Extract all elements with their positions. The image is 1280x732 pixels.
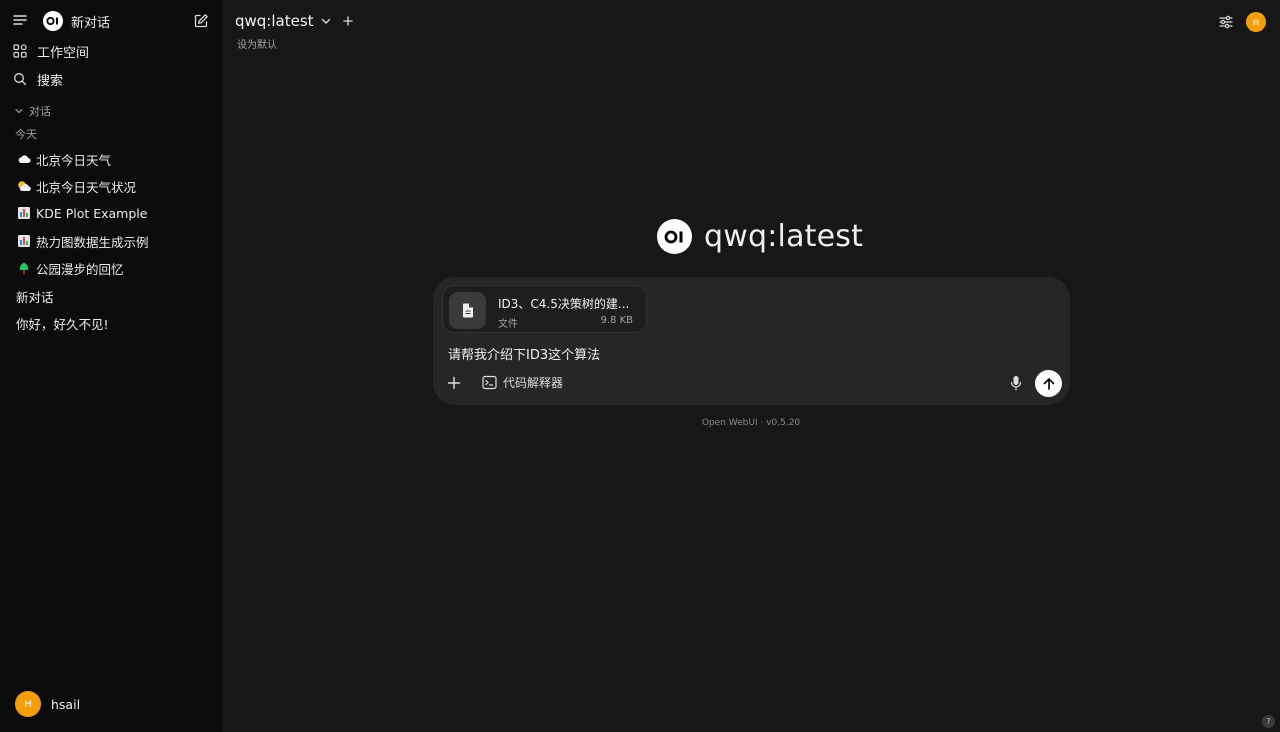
chat-title: 你好，好久不见!: [16, 316, 109, 332]
chat-title: KDE Plot Example: [36, 205, 148, 221]
sidebar: 新对话 工作空间 搜索 对话 今天 北京今日天气 北京今日天气状况 KDE Pl…: [0, 0, 222, 732]
workspace-icon: [12, 43, 28, 59]
plus-icon[interactable]: [446, 375, 462, 391]
chat-title: 北京今日天气状况: [36, 179, 137, 195]
bar-chart-icon: [17, 206, 31, 220]
add-model-icon[interactable]: [342, 15, 354, 27]
set-default-link[interactable]: 设为默认: [237, 36, 277, 51]
new-chat-link[interactable]: 新对话: [71, 12, 110, 31]
message-composer: ID3、C4.5决策树的建... 文件 9.8 KB 请帮我介绍下ID3这个算法…: [433, 277, 1070, 405]
code-interpreter-button[interactable]: 代码解释器: [481, 374, 563, 391]
compose-icon[interactable]: [192, 12, 210, 30]
chat-item[interactable]: 公园漫步的回忆: [17, 258, 124, 278]
file-size: 9.8 KB: [600, 315, 634, 326]
file-name: ID3、C4.5决策树的建...: [498, 297, 630, 311]
avatar: H: [15, 691, 41, 717]
workspace-link[interactable]: 工作空间: [12, 41, 89, 61]
attached-file-card[interactable]: ID3、C4.5决策树的建... 文件 9.8 KB: [442, 285, 647, 333]
model-selector[interactable]: qwq:latest: [235, 12, 354, 30]
tree-icon: [17, 261, 31, 275]
model-name: qwq:latest: [235, 12, 314, 30]
arrow-up-icon: [1043, 377, 1054, 390]
terminal-icon: [481, 375, 497, 391]
search-icon: [12, 71, 28, 87]
file-type: 文件: [498, 319, 518, 330]
menu-icon[interactable]: [10, 10, 30, 30]
chat-item[interactable]: 热力图数据生成示例: [17, 231, 149, 251]
document-icon: [449, 292, 486, 329]
chevron-down-icon: [14, 106, 24, 116]
search-link[interactable]: 搜索: [12, 69, 63, 89]
chat-title: 热力图数据生成示例: [36, 234, 149, 250]
chat-title: 新对话: [16, 289, 54, 305]
main-panel: qwq:latest 设为默认 H qwq:latest ID3、C4.5决策树…: [222, 0, 1280, 732]
bar-chart-icon: [17, 234, 31, 248]
sun-behind-cloud-icon: [17, 179, 31, 193]
help-button[interactable]: ?: [1262, 715, 1275, 728]
code-interpreter-label: 代码解释器: [503, 376, 564, 390]
openwebui-logo-icon: [657, 219, 692, 254]
cloud-icon: [17, 152, 31, 166]
user-avatar[interactable]: H: [1246, 12, 1266, 32]
chat-item[interactable]: 你好，好久不见!: [16, 313, 109, 333]
send-button[interactable]: [1035, 370, 1062, 397]
chat-title: 北京今日天气: [36, 152, 112, 168]
openwebui-logo-icon[interactable]: [43, 11, 63, 31]
chat-title: 公园漫步的回忆: [36, 261, 124, 277]
microphone-icon[interactable]: [1008, 375, 1024, 391]
search-label: 搜索: [37, 73, 64, 89]
chat-item[interactable]: 北京今日天气状况: [17, 176, 136, 196]
user-menu[interactable]: H hsail: [15, 691, 80, 717]
chats-section-label: 对话: [29, 105, 51, 118]
hero: qwq:latest: [657, 219, 863, 254]
version-footer: Open WebUI · v0.5.20: [701, 418, 801, 428]
chevron-down-icon[interactable]: [320, 15, 332, 27]
today-label: 今天: [15, 128, 37, 141]
hero-model-title: qwq:latest: [704, 219, 864, 254]
prompt-input[interactable]: 请帮我介绍下ID3这个算法: [448, 344, 600, 363]
chats-section-toggle[interactable]: 对话: [14, 103, 51, 119]
chat-item[interactable]: KDE Plot Example: [17, 203, 147, 223]
username: hsail: [51, 696, 81, 712]
settings-sliders-icon[interactable]: [1218, 14, 1234, 30]
chat-item[interactable]: 新对话: [16, 286, 54, 306]
workspace-label: 工作空间: [37, 45, 90, 61]
chat-item[interactable]: 北京今日天气: [17, 149, 111, 169]
